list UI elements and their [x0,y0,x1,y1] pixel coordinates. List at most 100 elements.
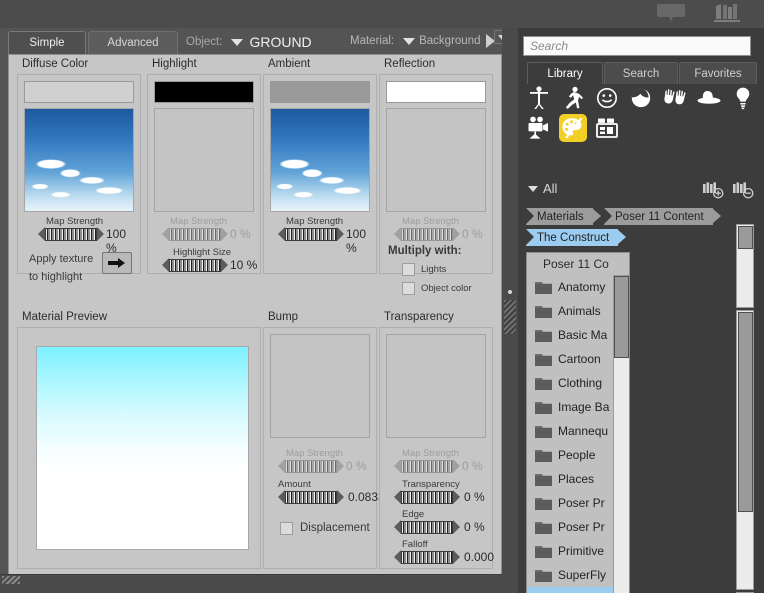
bump-map-strength-dial[interactable] [278,459,344,473]
lights-icon[interactable] [729,84,757,112]
dial-left-arrow-icon[interactable] [394,459,401,473]
dial-track[interactable] [285,459,337,473]
dial-track[interactable] [401,490,453,504]
transparency-falloff-dial[interactable] [394,550,460,564]
multiply-object-color-checkbox[interactable] [402,282,415,295]
bump-amount-dial[interactable] [278,490,344,504]
library-books-icon[interactable] [712,2,742,29]
highlight-color-swatch[interactable] [154,81,254,103]
breadcrumb-poser-11-content[interactable]: Poser 11 Content [604,208,721,225]
highlight-texture-thumb[interactable] [154,108,254,212]
reflection-color-swatch[interactable] [386,81,486,103]
highlight-size-dial[interactable] [162,258,228,272]
dial-track[interactable] [401,459,453,473]
dial-left-arrow-icon[interactable] [394,550,401,564]
dial-track[interactable] [401,550,453,564]
remove-library-icon[interactable] [732,181,754,204]
dial-right-arrow-icon[interactable] [337,490,344,504]
dial-right-arrow-icon[interactable] [337,459,344,473]
chevron-down-icon[interactable] [528,186,538,192]
transparency-edge-dial[interactable] [394,520,460,534]
figures-icon[interactable] [525,84,553,112]
dial-left-arrow-icon[interactable] [278,227,285,241]
folder-list[interactable]: Poser 11 Co Anatomy Animals Basic Ma Car… [526,252,630,593]
ambient-map-strength-dial[interactable] [278,227,344,241]
dial-left-arrow-icon[interactable] [278,459,285,473]
folder-list-scroll-thumb[interactable] [614,276,629,358]
dial-track[interactable] [169,258,221,272]
reflection-map-strength-value: 0 % [462,227,483,241]
poses-icon[interactable] [559,84,587,112]
folder-list-scrollbar[interactable] [613,275,629,593]
tab-favorites[interactable]: Favorites [679,62,757,84]
library-filter-label[interactable]: All [543,181,557,196]
dial-track[interactable] [285,490,337,504]
reflection-map-strength-dial[interactable] [394,227,460,241]
asset-list-scrollbar[interactable] [736,310,754,590]
tab-search[interactable]: Search [604,62,678,84]
dial-left-arrow-icon[interactable] [162,258,169,272]
dial-left-arrow-icon[interactable] [162,227,169,241]
tab-simple[interactable]: Simple [8,31,86,54]
diffuse-map-strength-dial[interactable] [38,227,104,241]
diffuse-texture-thumb[interactable] [24,108,134,212]
dial-track[interactable] [169,227,221,241]
tab-advanced[interactable]: Advanced [88,31,178,54]
add-library-icon[interactable] [702,181,724,204]
bump-texture-thumb[interactable] [270,334,370,438]
dial-right-arrow-icon[interactable] [453,227,460,241]
transparency-map-strength-dial[interactable] [394,459,460,473]
material-preview-render[interactable] [36,346,249,550]
props-hat-icon[interactable] [695,84,723,112]
asset-list-scroll-thumb[interactable] [738,312,753,512]
resize-grip-icon[interactable] [2,576,20,584]
dial-left-arrow-icon[interactable] [278,490,285,504]
splitter-resize-handle[interactable] [504,300,516,334]
material-chevron-down-icon[interactable] [403,37,416,45]
material-panel-horizontal-scrollbar[interactable] [0,574,502,593]
material-selector[interactable]: Material: Background [350,34,496,48]
dial-left-arrow-icon[interactable] [394,490,401,504]
dial-right-arrow-icon[interactable] [453,490,460,504]
highlight-map-strength-dial[interactable] [162,227,228,241]
dial-track[interactable] [401,520,453,534]
dial-right-arrow-icon[interactable] [453,550,460,564]
ambient-color-swatch[interactable] [270,81,370,103]
apply-texture-to-highlight-button[interactable] [102,252,132,274]
dial-left-arrow-icon[interactable] [394,520,401,534]
breadcrumb-the-construct[interactable]: The Construct [526,229,627,246]
dial-track[interactable] [401,227,453,241]
transparency-dial[interactable] [394,490,460,504]
dial-right-arrow-icon[interactable] [97,227,104,241]
ambient-texture-thumb[interactable] [270,108,370,212]
tab-library[interactable]: Library [527,62,603,84]
apply-texture-label-2: to highlight [29,271,83,283]
dial-left-arrow-icon[interactable] [38,227,45,241]
hair-icon[interactable] [627,84,655,112]
breadcrumb-materials[interactable]: Materials [526,208,601,225]
dial-left-arrow-icon[interactable] [394,227,401,241]
dial-right-arrow-icon[interactable] [221,258,228,272]
search-input[interactable]: Search [523,36,751,56]
transparency-texture-thumb[interactable] [386,334,486,438]
materials-icon[interactable] [559,114,587,142]
dial-right-arrow-icon[interactable] [453,459,460,473]
object-selector[interactable]: Object: GROUND [186,34,312,50]
dial-track[interactable] [285,227,337,241]
dial-right-arrow-icon[interactable] [337,227,344,241]
speech-bubble-icon[interactable] [656,2,686,29]
dial-track[interactable] [45,227,97,241]
dial-right-arrow-icon[interactable] [453,520,460,534]
displacement-checkbox[interactable] [280,522,293,535]
scenes-icon[interactable] [593,114,621,142]
expressions-icon[interactable] [593,84,621,112]
reflection-texture-thumb[interactable] [386,108,486,212]
hands-icon[interactable] [661,84,689,112]
dial-right-arrow-icon[interactable] [221,227,228,241]
multiply-lights-checkbox[interactable] [402,263,415,276]
diffuse-color-swatch[interactable] [24,81,134,103]
library-scroll-thumb-top[interactable] [738,226,753,249]
cameras-icon[interactable] [525,114,553,142]
library-scrollbar-top[interactable] [736,224,754,308]
chevron-down-icon[interactable] [231,38,244,46]
